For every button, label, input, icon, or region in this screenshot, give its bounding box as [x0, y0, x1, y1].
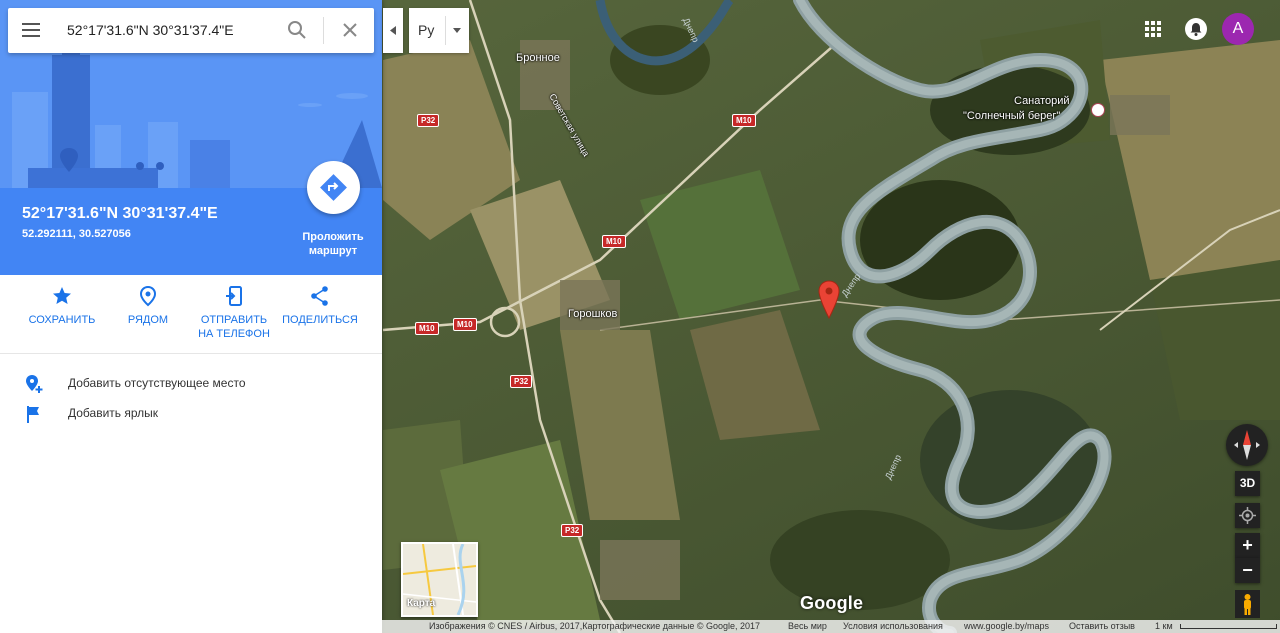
side-panel: 52°17'31.6"N 30°31'37.4"E 52.292111, 30.… [0, 0, 382, 633]
chevron-down-icon [453, 28, 461, 33]
map-label-bronnoe: Бронное [516, 52, 560, 64]
send-to-phone-label-line2: НА ТЕЛЕФОН [198, 328, 270, 340]
road-sign-m10: M10 [453, 318, 477, 331]
search-icon [288, 21, 306, 39]
scale-bar [1180, 624, 1277, 629]
nearby-label: РЯДОМ [127, 314, 169, 326]
road-sign-p32: P32 [417, 114, 440, 127]
chevron-left-icon [390, 26, 396, 35]
map-footer: Изображения © CNES / Airbus, 2017,Картог… [382, 620, 1280, 633]
share-label: ПОДЕЛИТЬСЯ [282, 314, 358, 326]
menu-button[interactable] [20, 21, 42, 39]
road-sign-p32: P32 [510, 375, 533, 388]
map-label-sanatorium: Санаторий [1014, 95, 1070, 107]
collapse-panel-button[interactable] [383, 8, 403, 53]
add-label-text: Добавить ярлык [68, 406, 159, 420]
feedback-link[interactable]: Оставить отзыв [1069, 621, 1135, 631]
directions-label[interactable]: Проложить маршрут [290, 230, 376, 258]
map-type-label: Карта [407, 598, 436, 609]
send-to-phone-icon [226, 286, 242, 306]
road-sign-m10: M10 [732, 114, 756, 127]
road-sign-p32: P32 [561, 524, 584, 537]
google-logo: Google [800, 593, 864, 613]
search-box: 52°17'31.6"N 30°31'37.4"E [8, 8, 374, 53]
map-label-sanatorium-name: "Солнечный берег" [963, 110, 1061, 122]
zoom-in-button[interactable]: + [1235, 533, 1260, 558]
add-missing-place-label: Добавить отсутствующее место [68, 376, 246, 390]
world-link[interactable]: Весь мир [788, 621, 827, 631]
clear-search-button[interactable] [339, 19, 361, 41]
compass-icon [1234, 430, 1260, 460]
url-link[interactable]: www.google.by/maps [964, 621, 1049, 631]
street-view-pegman-button[interactable] [1235, 590, 1260, 618]
notifications-button[interactable] [1184, 17, 1208, 41]
map-type-toggle[interactable]: Карта [401, 542, 478, 617]
place-title: 52°17'31.6"N 30°31'37.4"E [22, 205, 218, 222]
sanatorium-poi-icon[interactable] [1091, 103, 1105, 117]
search-input[interactable]: 52°17'31.6"N 30°31'37.4"E [67, 22, 234, 38]
account-avatar[interactable]: A [1222, 13, 1254, 45]
bell-icon [1185, 18, 1207, 40]
my-location-icon [1239, 507, 1256, 524]
my-location-button[interactable] [1235, 503, 1260, 528]
road-sign-m10: M10 [602, 235, 626, 248]
send-to-phone-button[interactable]: ОТПРАВИТЬ НА ТЕЛЕФОН [190, 285, 278, 341]
attribution-text: Изображения © CNES / Airbus, 2017,Картог… [429, 621, 761, 631]
place-decimal-coordinates: 52.292111, 30.527056 [22, 228, 131, 240]
nearby-button[interactable]: РЯДОМ [113, 285, 183, 327]
directions-button[interactable] [307, 161, 360, 214]
pegman-icon [1244, 594, 1251, 615]
directions-label-line1: Проложить [302, 231, 364, 243]
search-button[interactable] [286, 19, 308, 41]
language-divider [445, 16, 446, 45]
directions-icon [320, 174, 347, 201]
add-label-item[interactable]: Добавить ярлык [0, 401, 382, 427]
share-icon [311, 286, 328, 306]
place-actions: СОХРАНИТЬ РЯДОМ ОТПРАВИТЬ НА ТЕЛЕФОН ПОД… [0, 285, 382, 353]
apps-button[interactable] [1142, 18, 1164, 40]
apps-grid-icon [1145, 21, 1161, 37]
save-label: СОХРАНИТЬ [28, 314, 96, 326]
language-select[interactable]: Ру [409, 8, 469, 53]
scale-label: 1 км [1155, 621, 1173, 631]
compass-button[interactable] [1226, 424, 1268, 466]
flag-icon [27, 406, 39, 423]
menu-icon [22, 23, 40, 37]
share-button[interactable]: ПОДЕЛИТЬСЯ [280, 285, 360, 327]
language-selected: Ру [418, 22, 435, 38]
close-icon [343, 23, 357, 37]
map-label-goroshkov: Горошков [568, 308, 618, 320]
add-place-icon [26, 375, 43, 393]
location-pin-icon[interactable] [818, 280, 840, 320]
directions-label-line2: маршрут [308, 245, 358, 257]
road-sign-m10: M10 [415, 322, 439, 335]
save-button[interactable]: СОХРАНИТЬ [22, 285, 102, 327]
star-icon [53, 287, 71, 304]
add-missing-place-item[interactable]: Добавить отсутствующее место [0, 371, 382, 397]
panel-divider [0, 353, 382, 354]
nearby-icon [139, 285, 157, 307]
search-divider [323, 17, 324, 44]
send-to-phone-label-line1: ОТПРАВИТЬ [200, 314, 268, 326]
terms-link[interactable]: Условия использования [843, 621, 943, 631]
3d-button[interactable]: 3D [1235, 471, 1260, 496]
zoom-out-button[interactable]: − [1235, 558, 1260, 583]
